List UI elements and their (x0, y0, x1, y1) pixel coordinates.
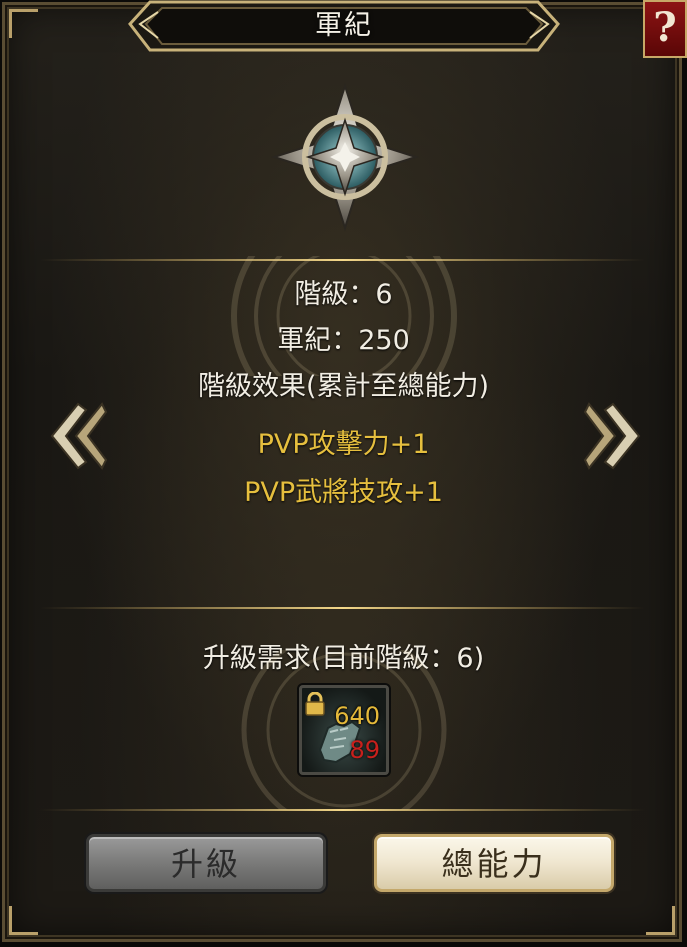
owned-amount: 640 (334, 702, 380, 730)
previous-rank-arrow-icon[interactable] (48, 400, 108, 472)
effect-line: PVP武將技攻+1 (244, 477, 443, 508)
title-plate: 軍紀 (128, 0, 560, 58)
divider (40, 809, 645, 811)
divider (40, 607, 645, 609)
upgrade-button[interactable]: 升級 (86, 834, 326, 892)
rank-effect-header: 階級效果(累計至總能力) (197, 371, 490, 402)
lock-icon (305, 692, 325, 716)
corner-ornament (9, 9, 38, 38)
corner-ornament (646, 906, 675, 935)
next-rank-arrow-icon[interactable] (583, 400, 643, 472)
discipline-points-text: 軍紀：250 (277, 325, 410, 356)
total-stats-button[interactable]: 總能力 (374, 834, 614, 892)
window-title: 軍紀 (315, 10, 373, 41)
corner-ornament (9, 906, 38, 935)
required-amount: 89 (349, 736, 380, 764)
discipline-emblem-icon (270, 82, 420, 232)
help-button[interactable]: ? (643, 0, 687, 58)
requirement-item-slot[interactable]: 640 89 (299, 685, 389, 775)
rank-text: 階級：6 (294, 279, 393, 310)
